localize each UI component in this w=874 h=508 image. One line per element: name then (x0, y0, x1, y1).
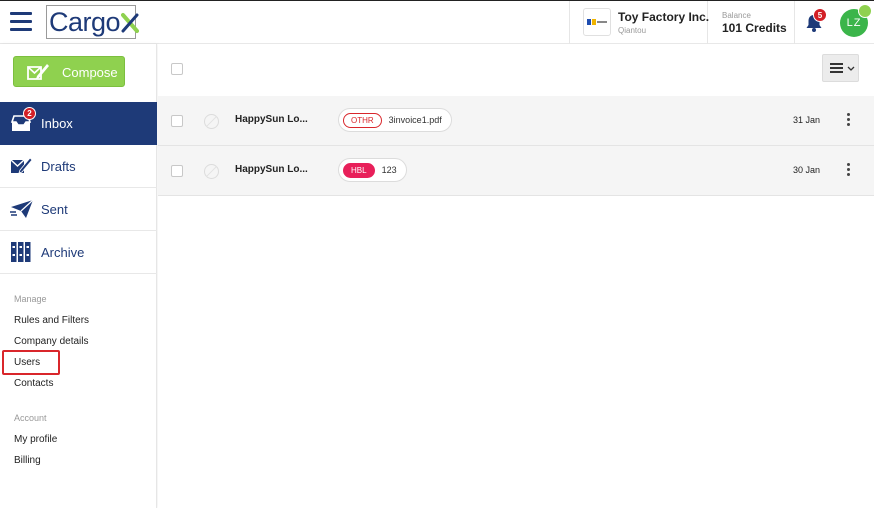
sender-name: HappySun Lo... (235, 114, 308, 125)
sidebar-item-label: Sent (41, 202, 68, 217)
message-list-panel: HappySun Lo... OTHR 3invoice1.pdf 31 Jan… (158, 44, 874, 508)
row-checkbox[interactable] (171, 115, 183, 127)
read-status-icon[interactable] (204, 114, 219, 129)
message-date: 31 Jan (793, 115, 821, 125)
balance-panel: Balance 101 Credits (709, 1, 795, 44)
company-logo (583, 8, 611, 36)
attachment-chip[interactable]: HBL 123 (338, 158, 407, 182)
contacts-link[interactable]: Contacts (14, 378, 53, 389)
balance-label: Balance (722, 11, 751, 20)
manage-section-title: Manage (14, 294, 47, 304)
inbox-badge: 2 (23, 107, 36, 120)
sent-icon (10, 198, 34, 220)
account-section-title: Account (14, 413, 47, 423)
my-profile-link[interactable]: My profile (14, 434, 57, 445)
attachment-name: 3invoice1.pdf (388, 115, 442, 125)
document-tag: OTHR (343, 112, 382, 128)
sidebar-item-label: Archive (41, 245, 85, 260)
company-details-link[interactable]: Company details (14, 336, 88, 347)
avatar-status-icon (858, 4, 872, 18)
sidebar-item-archive[interactable]: Archive (0, 231, 157, 274)
cargox-logo[interactable]: Cargo (46, 5, 140, 39)
billing-link[interactable]: Billing (14, 455, 41, 466)
message-date: 30 Jan (793, 165, 821, 175)
select-all-checkbox[interactable] (171, 63, 183, 75)
read-status-icon[interactable] (204, 164, 219, 179)
company-switcher[interactable]: Toy Factory Inc. Qiantou (569, 1, 710, 44)
sender-name: HappySun Lo... (235, 164, 308, 175)
balance-value: 101 Credits (722, 21, 787, 35)
compose-icon (26, 62, 50, 85)
document-tag: HBL (343, 162, 375, 178)
row-checkbox[interactable] (171, 165, 183, 177)
drafts-icon (10, 155, 33, 177)
message-row[interactable]: HappySun Lo... OTHR 3invoice1.pdf 31 Jan (158, 96, 874, 146)
company-city: Qiantou (618, 26, 647, 35)
rules-and-filters-link[interactable]: Rules and Filters (14, 315, 89, 326)
menu-icon[interactable] (10, 12, 32, 32)
more-options-icon[interactable] (844, 113, 852, 127)
attachment-name: 123 (381, 165, 397, 175)
notification-badge: 5 (813, 8, 827, 22)
archive-icon (10, 241, 32, 263)
compose-button[interactable]: Compose (13, 56, 125, 87)
attachment-chip[interactable]: OTHR 3invoice1.pdf (338, 108, 452, 132)
sidebar-item-label: Inbox (41, 116, 73, 131)
sidebar: Compose 2 Inbox Drafts Sent Archive Mana… (0, 44, 157, 508)
view-options-button[interactable] (822, 54, 859, 82)
list-toolbar (158, 44, 874, 96)
sidebar-item-sent[interactable]: Sent (0, 188, 157, 231)
list-view-icon (830, 63, 855, 73)
compose-label: Compose (62, 65, 118, 80)
users-highlight-box (2, 350, 60, 375)
sidebar-item-inbox[interactable]: 2 Inbox (0, 102, 157, 145)
company-name: Toy Factory Inc. (618, 10, 710, 24)
top-header: Cargo Toy Factory Inc. Qiantou Balance 1… (0, 0, 874, 44)
logo-x-mark (121, 12, 140, 33)
more-options-icon[interactable] (844, 163, 852, 177)
message-row[interactable]: HappySun Lo... HBL 123 30 Jan (158, 146, 874, 196)
sidebar-item-label: Drafts (41, 159, 76, 174)
logo-text: Cargo (49, 6, 121, 37)
sidebar-item-drafts[interactable]: Drafts (0, 145, 157, 188)
